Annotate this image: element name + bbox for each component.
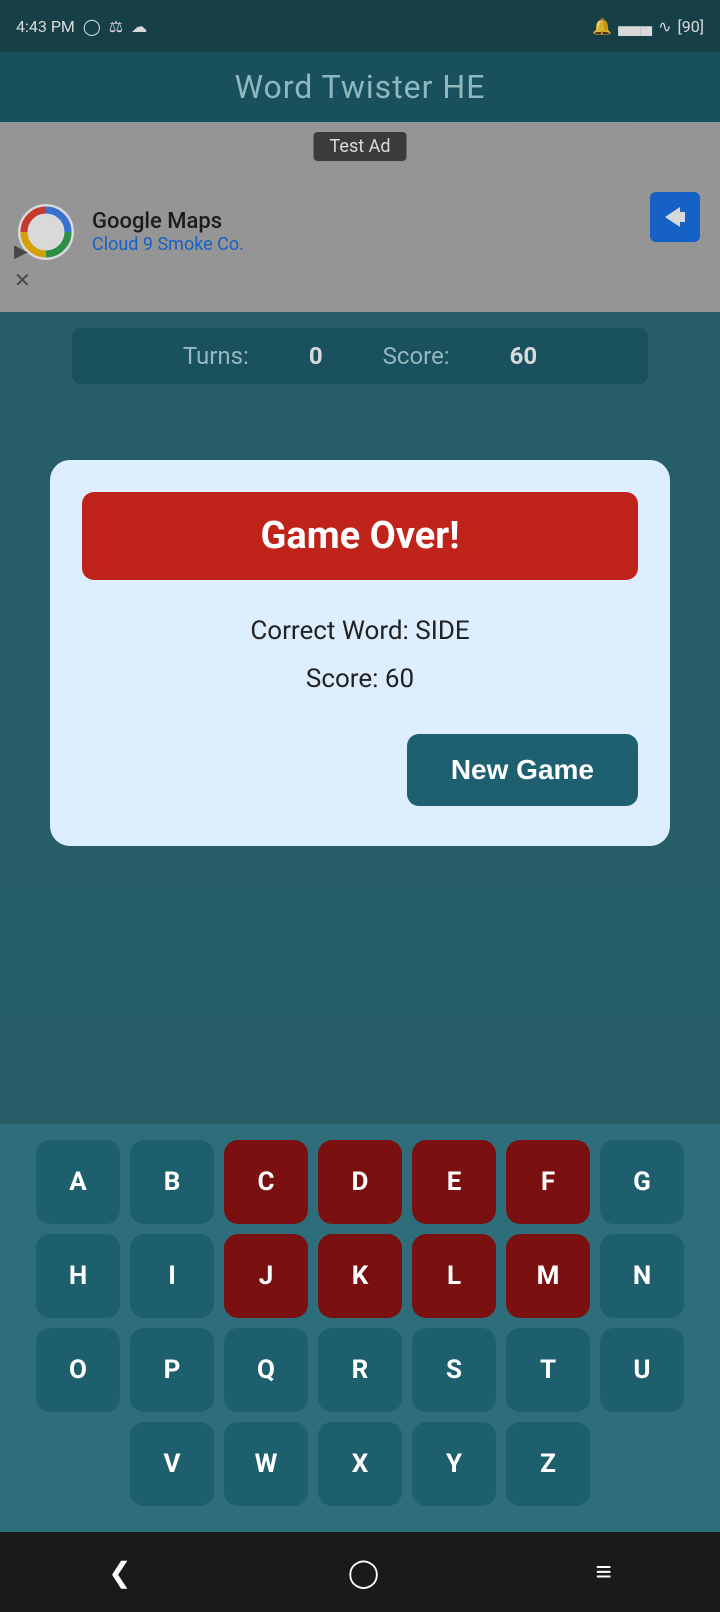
key-z[interactable]: Z <box>506 1422 590 1506</box>
new-game-button[interactable]: New Game <box>407 734 638 806</box>
key-j[interactable]: J <box>224 1234 308 1318</box>
key-y[interactable]: Y <box>412 1422 496 1506</box>
key-n[interactable]: N <box>600 1234 684 1318</box>
home-button[interactable]: ◯ <box>348 1556 379 1589</box>
key-x[interactable]: X <box>318 1422 402 1506</box>
key-s[interactable]: S <box>412 1328 496 1412</box>
keyboard-row-2: H I J K L M N <box>8 1234 712 1318</box>
correct-word-display: Correct Word: SIDE <box>250 616 469 646</box>
back-button[interactable]: ❮ <box>108 1556 131 1589</box>
keyboard-row-4: V W X Y Z <box>8 1422 712 1506</box>
keyboard-row-1: A B C D E F G <box>8 1140 712 1224</box>
key-u[interactable]: U <box>600 1328 684 1412</box>
key-w[interactable]: W <box>224 1422 308 1506</box>
key-b[interactable]: B <box>130 1140 214 1224</box>
key-k[interactable]: K <box>318 1234 402 1318</box>
key-i[interactable]: I <box>130 1234 214 1318</box>
key-v[interactable]: V <box>130 1422 214 1506</box>
key-p[interactable]: P <box>130 1328 214 1412</box>
game-over-banner: Game Over! <box>82 492 638 580</box>
menu-button[interactable]: ≡ <box>596 1556 612 1588</box>
keyboard-row-3: O P Q R S T U <box>8 1328 712 1412</box>
key-g[interactable]: G <box>600 1140 684 1224</box>
key-a[interactable]: A <box>36 1140 120 1224</box>
game-over-title: Game Over! <box>260 514 459 558</box>
game-over-dialog: Game Over! Correct Word: SIDE Score: 60 … <box>50 460 670 846</box>
key-h[interactable]: H <box>36 1234 120 1318</box>
key-e[interactable]: E <box>412 1140 496 1224</box>
score-display: Score: 60 <box>306 664 414 694</box>
key-t[interactable]: T <box>506 1328 590 1412</box>
key-d[interactable]: D <box>318 1140 402 1224</box>
bottom-nav: ❮ ◯ ≡ <box>0 1532 720 1612</box>
key-q[interactable]: Q <box>224 1328 308 1412</box>
key-l[interactable]: L <box>412 1234 496 1318</box>
key-o[interactable]: O <box>36 1328 120 1412</box>
key-m[interactable]: M <box>506 1234 590 1318</box>
key-c[interactable]: C <box>224 1140 308 1224</box>
key-r[interactable]: R <box>318 1328 402 1412</box>
key-f[interactable]: F <box>506 1140 590 1224</box>
keyboard-area: A B C D E F G H I J K L M N O P Q R S T … <box>0 1124 720 1532</box>
